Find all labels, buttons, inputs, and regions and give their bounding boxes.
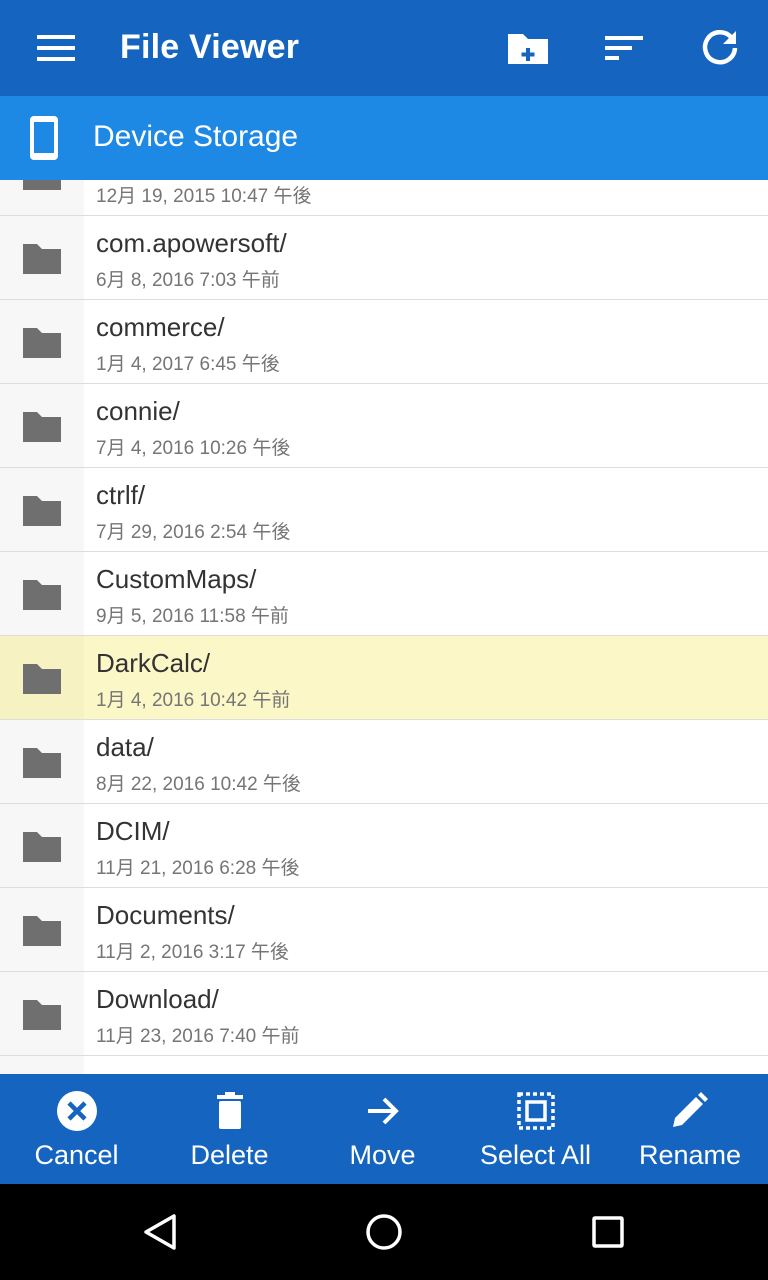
file-list-items: 12月 19, 2015 10:47 午後 com.apowersoft/6月 8… bbox=[0, 180, 768, 1074]
folder-icon-cell bbox=[0, 180, 84, 215]
folder-icon-cell bbox=[0, 720, 84, 803]
cancel-icon bbox=[57, 1091, 97, 1131]
action-bar: Cancel Delete Move Select All Rename bbox=[0, 1074, 768, 1184]
file-row[interactable]: ctrlf/7月 29, 2016 2:54 午後 bbox=[0, 468, 768, 552]
file-name: ctrlf/ bbox=[96, 480, 146, 510]
move-button[interactable]: Move bbox=[306, 1074, 459, 1184]
delete-button[interactable]: Delete bbox=[153, 1074, 306, 1184]
file-row[interactable]: DarkCalc/1月 4, 2016 10:42 午前 bbox=[0, 636, 768, 720]
trash-icon bbox=[217, 1092, 243, 1129]
refresh-icon[interactable] bbox=[696, 24, 744, 72]
folder-icon-cell bbox=[0, 300, 84, 383]
file-row[interactable]: commerce/1月 4, 2017 6:45 午後 bbox=[0, 300, 768, 384]
file-list[interactable]: 12月 19, 2015 10:47 午後 com.apowersoft/6月 8… bbox=[0, 180, 768, 1074]
folder-icon-cell bbox=[0, 468, 84, 551]
select-all-icon bbox=[517, 1092, 555, 1130]
rename-button[interactable]: Rename bbox=[612, 1074, 768, 1184]
folder-icon-cell bbox=[0, 216, 84, 299]
delete-label: Delete bbox=[190, 1140, 269, 1170]
move-label: Move bbox=[349, 1140, 416, 1170]
file-date: 11月 23, 2016 7:40 午前 bbox=[96, 1026, 300, 1047]
folder-icon-cell bbox=[0, 804, 84, 887]
file-row[interactable]: connie/7月 4, 2016 10:26 午後 bbox=[0, 384, 768, 468]
file-row[interactable] bbox=[0, 1056, 768, 1074]
file-date: 6月 8, 2016 7:03 午前 bbox=[96, 270, 280, 291]
file-date: 9月 5, 2016 11:58 午前 bbox=[96, 606, 289, 627]
folder-icon-cell bbox=[0, 972, 84, 1055]
rename-label: Rename bbox=[638, 1140, 742, 1170]
file-name: com.apowersoft/ bbox=[96, 228, 287, 258]
location-label: Device Storage bbox=[93, 120, 299, 153]
file-date: 1月 4, 2016 10:42 午前 bbox=[96, 690, 291, 711]
file-row[interactable]: com.apowersoft/6月 8, 2016 7:03 午前 bbox=[0, 216, 768, 300]
phone-icon bbox=[30, 116, 58, 160]
file-date: 7月 29, 2016 2:54 午後 bbox=[96, 522, 291, 543]
cancel-button[interactable]: Cancel bbox=[0, 1074, 153, 1184]
file-row[interactable]: 12月 19, 2015 10:47 午後 bbox=[0, 180, 768, 216]
menu-icon[interactable] bbox=[26, 28, 86, 68]
file-name: data/ bbox=[96, 732, 154, 762]
folder-icon bbox=[23, 180, 61, 190]
file-name: DarkCalc/ bbox=[96, 648, 211, 678]
file-name: commerce/ bbox=[96, 312, 225, 342]
file-name: Download/ bbox=[96, 984, 219, 1014]
recents-icon[interactable] bbox=[584, 1208, 632, 1256]
app-title: File Viewer bbox=[120, 28, 300, 66]
folder-icon bbox=[23, 748, 61, 778]
file-name: Documents/ bbox=[96, 900, 235, 930]
cancel-label: Cancel bbox=[34, 1140, 119, 1170]
file-row[interactable]: Download/11月 23, 2016 7:40 午前 bbox=[0, 972, 768, 1056]
arrow-right-icon bbox=[368, 1097, 399, 1125]
file-date: 12月 19, 2015 10:47 午後 bbox=[96, 186, 312, 207]
file-date: 11月 2, 2016 3:17 午後 bbox=[96, 942, 289, 963]
folder-icon bbox=[23, 496, 61, 526]
folder-icon bbox=[23, 412, 61, 442]
file-date: 11月 21, 2016 6:28 午後 bbox=[96, 858, 300, 879]
pencil-icon bbox=[673, 1092, 708, 1127]
folder-icon bbox=[23, 916, 61, 946]
folder-icon bbox=[23, 580, 61, 610]
folder-icon bbox=[23, 244, 61, 274]
file-row[interactable]: Documents/11月 2, 2016 3:17 午後 bbox=[0, 888, 768, 972]
location-bar: Device Storage bbox=[0, 96, 768, 180]
folder-icon bbox=[23, 328, 61, 358]
home-icon[interactable] bbox=[360, 1208, 408, 1256]
file-name: CustomMaps/ bbox=[96, 564, 257, 594]
select-all-button[interactable]: Select All bbox=[459, 1074, 612, 1184]
folder-icon-cell bbox=[0, 552, 84, 635]
sort-icon[interactable] bbox=[600, 24, 648, 72]
system-nav-bar bbox=[0, 1184, 768, 1280]
file-date: 7月 4, 2016 10:26 午後 bbox=[96, 438, 291, 459]
folder-icon bbox=[23, 832, 61, 862]
file-date: 1月 4, 2017 6:45 午後 bbox=[96, 354, 280, 375]
app-bar: File Viewer bbox=[0, 0, 768, 96]
file-row[interactable]: DCIM/11月 21, 2016 6:28 午後 bbox=[0, 804, 768, 888]
select-all-label: Select All bbox=[479, 1140, 592, 1170]
file-name: DCIM/ bbox=[96, 816, 170, 846]
folder-icon-cell bbox=[0, 384, 84, 467]
file-row[interactable]: data/8月 22, 2016 10:42 午後 bbox=[0, 720, 768, 804]
file-row[interactable]: CustomMaps/9月 5, 2016 11:58 午前 bbox=[0, 552, 768, 636]
file-name: connie/ bbox=[96, 396, 180, 426]
folder-icon-cell bbox=[0, 1056, 84, 1074]
folder-icon-cell bbox=[0, 888, 84, 971]
file-date: 8月 22, 2016 10:42 午後 bbox=[96, 774, 301, 795]
folder-icon bbox=[23, 664, 61, 694]
folder-icon bbox=[23, 1000, 61, 1030]
new-folder-icon[interactable] bbox=[504, 24, 552, 72]
folder-icon-cell bbox=[0, 636, 84, 719]
back-icon[interactable] bbox=[136, 1208, 184, 1256]
